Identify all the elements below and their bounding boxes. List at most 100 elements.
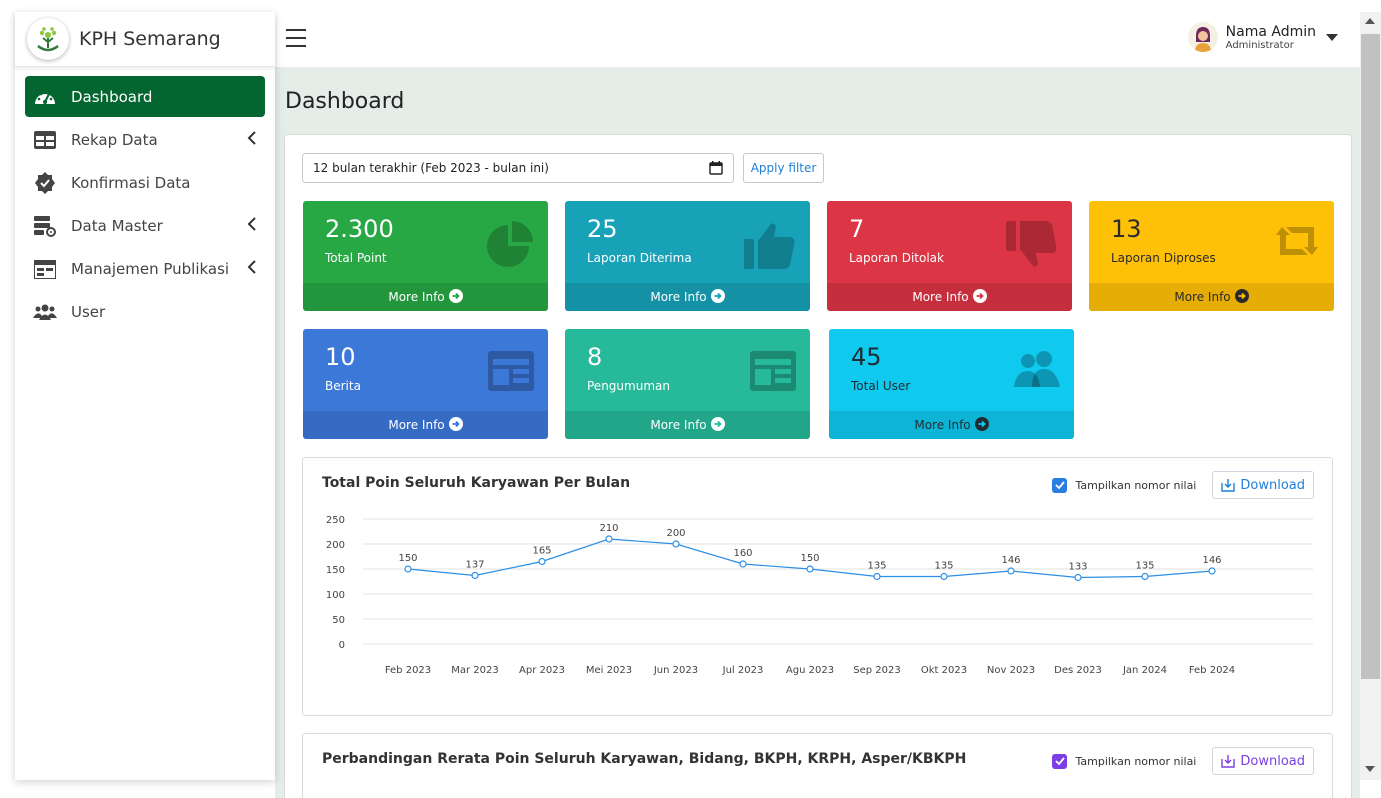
data-point	[1208, 567, 1216, 575]
stat-box-laporan-ditolak: 7 Laporan Ditolak More Info	[827, 201, 1072, 311]
stat-value: 7	[849, 215, 865, 243]
more-info-link[interactable]: More Info	[565, 283, 810, 311]
data-label: 150	[800, 553, 819, 564]
arrow-circle-right-icon	[448, 416, 463, 434]
y-tick-label: 200	[326, 540, 345, 551]
stat-label: Laporan Diproses	[1111, 251, 1216, 265]
calendar-icon[interactable]	[709, 161, 723, 178]
sidebar-item-dashboard[interactable]: Dashboard	[25, 76, 265, 117]
y-tick-label: 100	[326, 590, 345, 601]
show-values-checkbox[interactable]	[1052, 753, 1068, 769]
more-info-label: More Info	[388, 290, 445, 304]
download-button[interactable]: Download	[1212, 471, 1314, 499]
badge-check-icon	[33, 171, 57, 195]
sidebar-item-konfirmasi-data[interactable]: Konfirmasi Data	[25, 162, 265, 203]
brand-logo-icon	[27, 18, 69, 60]
user-name: Nama Admin	[1225, 23, 1316, 40]
download-icon	[1221, 479, 1236, 492]
hamburger-menu-icon[interactable]	[286, 29, 306, 47]
arrow-circle-right-icon	[710, 288, 725, 306]
more-info-label: More Info	[912, 290, 969, 304]
scroll-down-icon[interactable]	[1365, 766, 1375, 772]
more-info-link[interactable]: More Info	[303, 283, 548, 311]
data-point	[1141, 572, 1149, 581]
sidebar-item-rekap-data[interactable]: Rekap Data	[25, 119, 265, 160]
more-info-link[interactable]: More Info	[303, 411, 548, 439]
more-info-label: More Info	[650, 418, 707, 432]
stat-value: 45	[851, 343, 882, 371]
chart-tools: Tampilkan nomor nilai Download	[1052, 747, 1314, 775]
scroll-up-icon[interactable]	[1365, 18, 1375, 24]
download-label: Download	[1240, 753, 1305, 769]
data-point	[538, 557, 546, 566]
x-tick-label: Okt 2023	[921, 665, 967, 676]
more-info-link[interactable]: More Info	[565, 411, 810, 439]
x-tick-label: Nov 2023	[987, 665, 1035, 676]
checkbox-label: Tampilkan nomor nilai	[1075, 478, 1197, 492]
scroll-thumb[interactable]	[1361, 34, 1380, 679]
stat-value: 8	[587, 343, 603, 371]
sidebar: KPH Semarang Dashboard Rekap Data Konfir…	[15, 12, 275, 780]
x-tick-label: Feb 2024	[1189, 665, 1235, 676]
more-info-link[interactable]: More Info	[827, 283, 1072, 311]
more-info-link[interactable]: More Info	[1089, 283, 1334, 311]
data-label: 135	[934, 561, 953, 572]
data-point	[873, 572, 881, 581]
x-tick-label: Apr 2023	[519, 665, 565, 676]
stat-box-total-user: 45 Total User More Info	[829, 329, 1074, 439]
data-label: 135	[867, 561, 886, 572]
table-icon	[33, 128, 57, 152]
stat-label: Berita	[325, 379, 361, 393]
data-point	[739, 560, 747, 568]
brand-name: KPH Semarang	[79, 28, 221, 50]
date-range-value: 12 bulan terakhir (Feb 2023 - bulan ini)	[313, 161, 549, 175]
page-scrollbar[interactable]	[1360, 12, 1381, 780]
sidebar-item-manajemen-publikasi[interactable]: Manajemen Publikasi	[25, 248, 265, 289]
more-info-link[interactable]: More Info	[829, 411, 1074, 439]
x-tick-label: Jul 2023	[722, 665, 764, 676]
tachometer-icon	[33, 85, 57, 109]
sidebar-item-label: Dashboard	[71, 87, 153, 106]
chevron-left-icon	[247, 260, 257, 278]
caret-down-icon[interactable]	[1326, 33, 1338, 41]
calendar-table-icon	[33, 257, 57, 281]
download-button[interactable]: Download	[1212, 747, 1314, 775]
chart-title: Perbandingan Rerata Poin Seluruh Karyawa…	[322, 751, 967, 767]
sidebar-nav: Dashboard Rekap Data Konfirmasi Data Dat…	[15, 67, 275, 343]
data-label: 150	[398, 553, 417, 564]
stat-box-pengumuman: 8 Pengumuman More Info	[565, 329, 810, 439]
y-tick-label: 250	[326, 515, 345, 526]
thumbs-down-icon	[1006, 221, 1058, 273]
data-label: 200	[666, 528, 685, 539]
x-tick-label: Des 2023	[1054, 665, 1102, 676]
data-point	[1007, 567, 1015, 575]
main-content: Dashboard 12 bulan terakhir (Feb 2023 - …	[275, 67, 1360, 798]
sidebar-item-data-master[interactable]: Data Master	[25, 205, 265, 246]
user-menu[interactable]: Nama Admin Administrator	[1187, 22, 1338, 52]
data-point	[1074, 573, 1082, 582]
apply-filter-button[interactable]: Apply filter	[743, 153, 824, 183]
stat-value: 13	[1111, 215, 1142, 243]
stat-box-total-point: 2.300 Total Point More Info	[303, 201, 548, 311]
brand[interactable]: KPH Semarang	[15, 12, 275, 67]
data-label: 137	[465, 560, 484, 571]
data-label: 210	[599, 523, 618, 534]
chevron-left-icon	[247, 131, 257, 149]
retweet-icon	[1274, 221, 1320, 265]
data-point	[605, 535, 613, 543]
more-info-label: More Info	[914, 418, 971, 432]
more-info-label: More Info	[650, 290, 707, 304]
data-label: 146	[1001, 555, 1020, 566]
data-point	[672, 540, 680, 548]
stat-label: Total User	[851, 379, 911, 393]
sidebar-item-user[interactable]: User	[25, 291, 265, 332]
data-point	[471, 571, 479, 580]
show-values-checkbox[interactable]	[1052, 477, 1068, 493]
line-chart: 0 50 100 150 200 250 Feb 2023 Mar 2023 Apr 2023 M…	[326, 515, 1313, 676]
stat-label: Total Point	[325, 251, 387, 265]
data-label: 135	[1135, 561, 1154, 572]
sidebar-item-label: Data Master	[71, 216, 163, 235]
y-tick-label: 50	[332, 615, 345, 626]
stat-box-laporan-diterima: 25 Laporan Diterima More Info	[565, 201, 810, 311]
date-range-input[interactable]: 12 bulan terakhir (Feb 2023 - bulan ini)	[302, 153, 734, 183]
